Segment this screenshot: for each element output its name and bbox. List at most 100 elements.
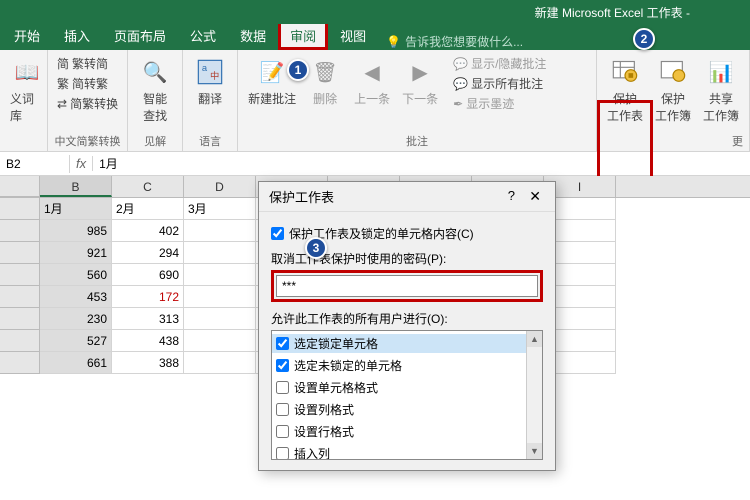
permission-option[interactable]: 设置列格式 <box>272 400 542 419</box>
delete-comment-button[interactable]: 🗑删除 <box>304 54 346 131</box>
group-chinese: 中文简繁转换 <box>54 131 121 149</box>
share-icon: 📊 <box>705 56 737 88</box>
cell[interactable]: 388 <box>112 352 184 374</box>
cell[interactable] <box>184 330 256 352</box>
next-comment-button[interactable]: ▶下一条 <box>398 54 442 131</box>
name-box[interactable]: B2 <box>0 155 70 173</box>
row-header[interactable] <box>0 330 40 352</box>
cell[interactable]: 438 <box>112 330 184 352</box>
trad-to-simp-button[interactable]: 简繁转简 <box>54 54 121 73</box>
title-bar: 新建 Microsoft Excel 工作表 - <box>0 0 750 24</box>
cell[interactable]: 294 <box>112 242 184 264</box>
cell[interactable]: 560 <box>40 264 112 286</box>
dialog-title: 保护工作表 <box>269 187 334 206</box>
group-language: 语言 <box>189 131 231 149</box>
group-comments: 批注 <box>244 131 590 149</box>
simp-icon: 简 <box>57 55 69 72</box>
cell[interactable]: 3月 <box>184 198 256 220</box>
cell[interactable]: 2月 <box>112 198 184 220</box>
tab-insert[interactable]: 插入 <box>52 21 102 50</box>
protect-workbook-button[interactable]: 保护 工作簿 <box>651 54 695 131</box>
cell[interactable]: 453 <box>40 286 112 308</box>
row-header[interactable] <box>0 308 40 330</box>
tab-start[interactable]: 开始 <box>2 21 52 50</box>
translate-icon: a中 <box>194 56 226 88</box>
cell[interactable]: 1月 <box>40 198 112 220</box>
comment-new-icon: 📝 <box>256 56 288 88</box>
permission-option[interactable]: 选定未锁定的单元格 <box>272 356 542 375</box>
smart-lookup-button[interactable]: 🔍智能 查找 <box>134 54 176 131</box>
delete-icon: 🗑 <box>309 56 341 88</box>
show-all-comments-button[interactable]: 💬显示所有批注 <box>450 74 549 93</box>
svg-text:中: 中 <box>210 70 219 81</box>
row-header[interactable] <box>0 352 40 374</box>
tab-view[interactable]: 视图 <box>328 21 378 50</box>
cell[interactable]: 527 <box>40 330 112 352</box>
trad-icon: 繁 <box>57 75 69 92</box>
ribbon: 📖义词库 简繁转简 繁简转繁 ⇄简繁转换 中文简繁转换 🔍智能 查找 见解 a中… <box>0 50 750 152</box>
cell[interactable]: 921 <box>40 242 112 264</box>
cell[interactable] <box>184 308 256 330</box>
tab-review[interactable]: 审阅 <box>278 21 328 50</box>
fx-icon[interactable]: fx <box>70 156 93 171</box>
share-workbook-button[interactable]: 📊共享 工作簿 <box>699 54 743 131</box>
cell[interactable]: 172 <box>112 286 184 308</box>
tell-me-search[interactable]: 💡 告诉我您想要做什么... <box>386 33 523 50</box>
dialog-titlebar[interactable]: 保护工作表 ? ✕ <box>259 182 555 212</box>
show-hide-comments-button[interactable]: 💬显示/隐藏批注 <box>450 54 549 73</box>
show-ink-button[interactable]: ✒显示墨迹 <box>450 94 549 113</box>
select-all-corner[interactable] <box>0 176 40 197</box>
translate-button[interactable]: a中翻译 <box>189 54 231 131</box>
permission-option[interactable]: 设置行格式 <box>272 422 542 441</box>
cell[interactable] <box>184 220 256 242</box>
callout-1: 1 <box>287 59 309 81</box>
row-header[interactable] <box>0 242 40 264</box>
cell[interactable] <box>184 352 256 374</box>
simp-to-trad-button[interactable]: 繁简转繁 <box>54 74 121 93</box>
tab-formula[interactable]: 公式 <box>178 21 228 50</box>
app-title: 新建 Microsoft Excel 工作表 - <box>535 4 690 21</box>
cell[interactable] <box>184 242 256 264</box>
protect-book-icon <box>657 56 689 88</box>
svg-text:a: a <box>202 63 208 73</box>
row-header[interactable] <box>0 220 40 242</box>
cell[interactable] <box>184 286 256 308</box>
group-insights: 见解 <box>134 131 176 149</box>
permissions-listbox[interactable]: 选定锁定单元格选定未锁定的单元格设置单元格格式设置列格式设置行格式插入列插入行插… <box>271 330 543 460</box>
callout-3: 3 <box>305 237 327 259</box>
cell[interactable]: 230 <box>40 308 112 330</box>
password-highlight <box>271 270 543 302</box>
close-button[interactable]: ✕ <box>521 186 549 207</box>
help-button[interactable]: ? <box>508 188 515 203</box>
listbox-scrollbar[interactable]: ▲ ▼ <box>526 331 542 459</box>
scroll-down-icon[interactable]: ▼ <box>527 443 542 459</box>
protect-sheet-icon <box>609 56 641 88</box>
cell[interactable]: 690 <box>112 264 184 286</box>
col-header-d[interactable]: D <box>184 176 256 197</box>
convert-button[interactable]: ⇄简繁转换 <box>54 94 121 113</box>
bulb-icon: 💡 <box>386 35 401 49</box>
allow-label: 允许此工作表的所有用户进行(O): <box>271 310 543 327</box>
cell[interactable]: 985 <box>40 220 112 242</box>
callout-2: 2 <box>633 28 655 50</box>
col-header-c[interactable]: C <box>112 176 184 197</box>
thesaurus-button[interactable]: 📖义词库 <box>6 54 48 147</box>
all-icon: 💬 <box>453 77 468 91</box>
permission-option[interactable]: 插入列 <box>272 444 542 460</box>
tab-layout[interactable]: 页面布局 <box>102 21 178 50</box>
tab-data[interactable]: 数据 <box>228 21 278 50</box>
cell[interactable]: 313 <box>112 308 184 330</box>
cell[interactable]: 402 <box>112 220 184 242</box>
row-header[interactable] <box>0 286 40 308</box>
scroll-up-icon[interactable]: ▲ <box>527 331 542 347</box>
row-header[interactable] <box>0 198 40 220</box>
col-header-b[interactable]: B <box>40 176 112 197</box>
permission-option[interactable]: 选定锁定单元格 <box>272 334 542 353</box>
permission-option[interactable]: 设置单元格格式 <box>272 378 542 397</box>
password-input[interactable] <box>276 275 538 297</box>
prev-comment-button[interactable]: ◀上一条 <box>350 54 394 131</box>
book-icon: 📖 <box>11 56 43 88</box>
row-header[interactable] <box>0 264 40 286</box>
cell[interactable]: 661 <box>40 352 112 374</box>
cell[interactable] <box>184 264 256 286</box>
